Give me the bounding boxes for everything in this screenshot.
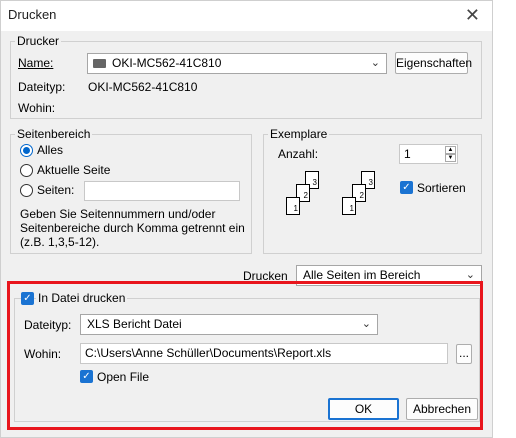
title-bar: Drucken ✕ [1,1,492,31]
pages-input[interactable] [84,181,240,201]
dialog-title: Drucken [8,7,57,22]
highlight-frame [7,281,483,430]
close-icon[interactable]: ✕ [465,4,480,26]
print-what-value: Alle Seiten im Bereich [303,268,421,282]
printer-name-value: OKI-MC562-41C810 [112,56,222,70]
range-all-radio[interactable] [20,144,33,157]
copies-count-input[interactable]: 1 ▲ ▼ [399,144,458,164]
printer-type-label: Dateityp: [18,80,66,94]
properties-button[interactable]: Eigenschaften [395,52,472,74]
printer-type-value: OKI-MC562-41C810 [88,80,198,94]
range-help-line-1: Geben Sie Seitennummern und/oder [20,207,216,221]
printer-group-label: Drucker [15,34,62,48]
copies-count-value: 1 [404,147,411,161]
collate-checkbox[interactable]: ✓ [400,181,413,194]
printer-icon [93,59,106,68]
range-help-line-2: Seitenbereiche durch Komma getrennt ein [20,221,245,235]
range-current-radio[interactable] [20,164,33,177]
range-help-line-3: (z.B. 1,3,5-12). [20,235,100,249]
page-icon-stack1-1: 1 [286,197,300,215]
range-pages-label[interactable]: Seiten: [37,183,74,198]
page-range-group-label: Seitenbereich [15,127,93,141]
range-all-label[interactable]: Alles [37,143,63,158]
chevron-down-icon: ⌄ [370,57,380,69]
copies-count-label: Anzahl: [278,147,319,161]
copies-group-label: Exemplare [268,127,330,141]
collate-label[interactable]: Sortieren [417,181,466,196]
printer-where-label: Wohin: [18,101,56,115]
spin-down-icon[interactable]: ▼ [445,154,456,162]
spin-up-icon[interactable]: ▲ [445,146,456,154]
printer-name-select[interactable]: OKI-MC562-41C810 ⌄ [87,53,387,74]
range-pages-radio[interactable] [20,184,33,197]
page-icon-stack2-1: 1 [342,197,356,215]
printer-name-label: Name: [18,56,54,70]
range-current-label[interactable]: Aktuelle Seite [37,163,110,178]
